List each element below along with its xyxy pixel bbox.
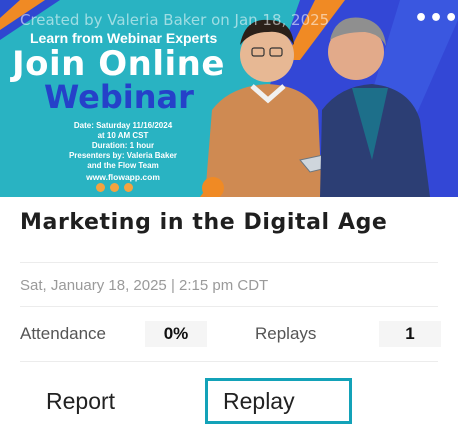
banner-detail-line: Duration: 1 hour [91, 141, 155, 150]
divider [20, 306, 438, 307]
attendance-value: 0% [145, 321, 207, 347]
event-banner[interactable]: Created by Valeria Baker on Jan 18, 2025… [0, 0, 458, 197]
event-datetime: Sat, January 18, 2025 | 2:15 pm CDT [20, 277, 269, 294]
banner-detail-line: Presenters by: Valeria Baker [68, 151, 178, 160]
divider [20, 262, 438, 263]
banner-detail-line: and the Flow Team [87, 161, 159, 170]
more-options-icon[interactable]: ••• [414, 8, 458, 33]
facebook-icon [110, 183, 119, 192]
banner-headline-accent: Webinar [44, 78, 194, 116]
attendance-label: Attendance [20, 324, 107, 343]
replays-value: 1 [379, 321, 441, 347]
divider [20, 361, 438, 362]
banner-website: www.flowapp.com [86, 172, 160, 182]
report-button[interactable]: Report [46, 378, 166, 424]
banner-detail-line: Date: Saturday 11/16/2024 [73, 121, 173, 130]
banner-details: Date: Saturday 11/16/2024 at 10 AM CST D… [58, 121, 188, 171]
created-by-text: Created by Valeria Baker on Jan 18, 2025 [20, 11, 330, 29]
twitter-icon [96, 183, 105, 192]
replays-label: Replays [255, 324, 317, 343]
social-icons [96, 183, 133, 192]
instagram-icon [124, 183, 133, 192]
banner-detail-line: at 10 AM CST [97, 131, 149, 140]
replay-button[interactable]: Replay [205, 378, 352, 424]
event-title: Marketing in the Digital Age [20, 210, 388, 235]
